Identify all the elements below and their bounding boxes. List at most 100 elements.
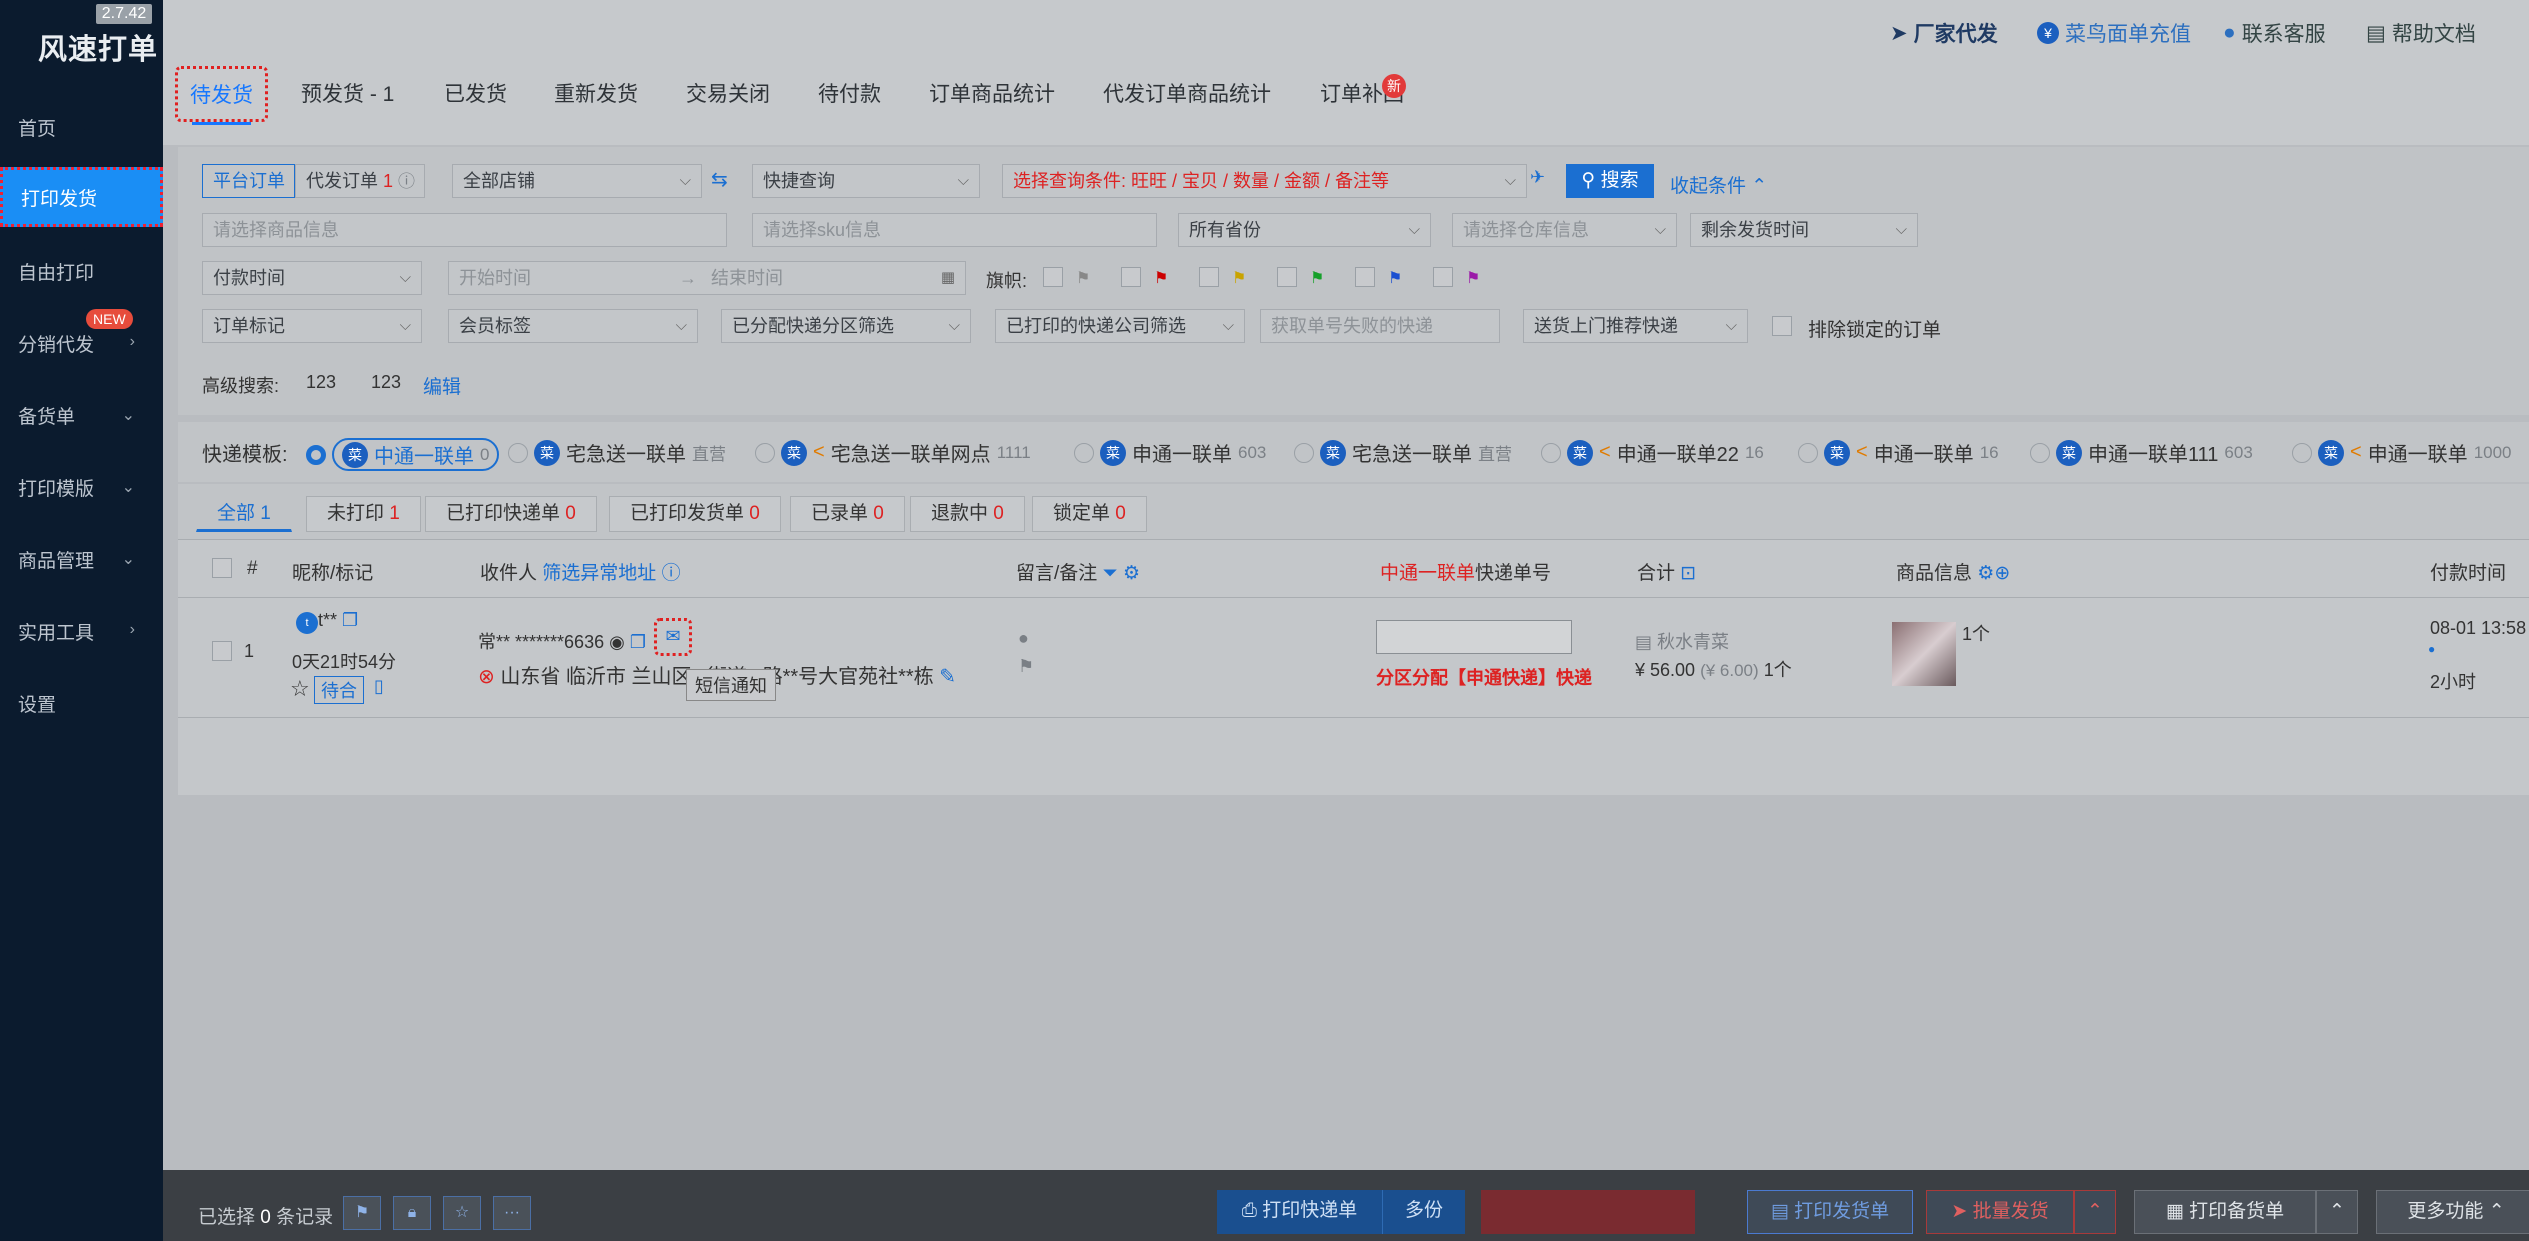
flag-checkbox-purple[interactable] bbox=[1433, 267, 1453, 287]
batch-ship-button[interactable]: ➤ 批量发货 bbox=[1926, 1190, 2074, 1234]
zone-select[interactable]: 已分配快递分区筛选 ⌵ bbox=[721, 309, 971, 343]
template-item[interactable]: 菜宅急送一联单 直营 bbox=[508, 438, 726, 467]
multi-copy-button[interactable]: 多份 bbox=[1382, 1190, 1465, 1234]
subtab-locked[interactable]: 锁定单 0 bbox=[1032, 496, 1147, 532]
sort-icon[interactable]: ⊡ bbox=[1680, 563, 1696, 584]
phone-icon[interactable]: ▯ bbox=[374, 676, 384, 697]
star-icon[interactable]: ☆ bbox=[290, 676, 310, 702]
tab-reship[interactable]: 重新发货 bbox=[554, 78, 638, 108]
template-item[interactable]: 菜宅急送一联单 直营 bbox=[1294, 438, 1512, 467]
province-select[interactable]: 所有省份 ⌵ bbox=[1178, 213, 1431, 247]
gear-icon[interactable]: ⚙ bbox=[1123, 563, 1140, 584]
template-item[interactable]: 菜 < 申通一联单22 16 bbox=[1541, 438, 1764, 467]
template-item[interactable]: 菜申通一联单111 603 bbox=[2030, 438, 2253, 467]
advanced-search-item[interactable]: 123 bbox=[306, 372, 336, 393]
flag-icon[interactable]: ⚑ bbox=[343, 1196, 381, 1230]
filter-address-link[interactable]: 筛选异常地址 bbox=[542, 563, 656, 584]
sms-notify-icon[interactable]: ✉ bbox=[654, 618, 692, 656]
sidebar-item-goods[interactable]: 商品管理 ⌄ bbox=[0, 529, 163, 589]
flag-checkbox-red[interactable] bbox=[1121, 267, 1141, 287]
filter-icon[interactable]: ⏷ bbox=[1103, 563, 1118, 584]
pin-icon[interactable]: ✈ bbox=[1530, 167, 1545, 188]
flag-checkbox-green[interactable] bbox=[1277, 267, 1297, 287]
message-icon[interactable]: ● bbox=[1018, 628, 1029, 649]
goods-input[interactable]: 请选择商品信息 bbox=[202, 213, 727, 247]
subtab-all[interactable]: 全部 1 bbox=[196, 496, 292, 532]
platform-order-toggle[interactable]: 平台订单 bbox=[202, 164, 295, 198]
lock-icon[interactable]: 🔒︎ bbox=[393, 1196, 431, 1230]
row-checkbox[interactable] bbox=[212, 641, 232, 661]
subtab-recorded[interactable]: 已录单 0 bbox=[790, 496, 905, 532]
more-functions-button[interactable]: 更多功能 ⌃ bbox=[2376, 1190, 2529, 1234]
table-row[interactable]: 1 t t** ❐ 0天21时54分 ☆ 待合 ▯ 常** *******6636… bbox=[178, 598, 2529, 718]
template-item[interactable]: 菜中通一联单 0 bbox=[306, 438, 500, 471]
cainiao-recharge-link[interactable]: ¥ 菜鸟面单充值 bbox=[2037, 18, 2191, 48]
chevron-up-icon[interactable]: ⌃ bbox=[2074, 1190, 2116, 1234]
shop-select[interactable]: 全部店铺 ⌵ bbox=[452, 164, 702, 198]
pay-time-select[interactable]: 付款时间 ⌵ bbox=[202, 261, 422, 295]
flag-checkbox-yellow[interactable] bbox=[1199, 267, 1219, 287]
sku-input[interactable]: 请选择sku信息 bbox=[752, 213, 1157, 247]
subtab-printed-courier[interactable]: 已打印快递单 0 bbox=[425, 496, 597, 532]
date-range-input[interactable]: 开始时间 → 结束时间 ▦ bbox=[448, 261, 966, 295]
merge-tag[interactable]: 待合 bbox=[314, 676, 364, 704]
remain-time-select[interactable]: 剩余发货时间 ⌵ bbox=[1690, 213, 1918, 247]
template-item[interactable]: 菜申通一联单 603 bbox=[1074, 438, 1266, 467]
printed-courier-select[interactable]: 已打印的快递公司筛选 ⌵ bbox=[995, 309, 1245, 343]
goods-thumbnail[interactable] bbox=[1892, 622, 1956, 686]
template-item[interactable]: 菜 < 申通一联单 1000 bbox=[2292, 438, 2512, 467]
fail-courier-input[interactable]: 获取单号失败的快递 bbox=[1260, 309, 1500, 343]
sidebar-item-tools[interactable]: 实用工具 › bbox=[0, 601, 163, 661]
warehouse-select[interactable]: 请选择仓库信息 ⌵ bbox=[1452, 213, 1677, 247]
print-ship-button[interactable]: ▤ 打印发货单 bbox=[1747, 1190, 1913, 1234]
contact-service-link[interactable]: ● 联系客服 bbox=[2223, 18, 2326, 48]
flag-checkbox-gray[interactable] bbox=[1043, 267, 1063, 287]
member-tag-select[interactable]: 会员标签 ⌵ bbox=[448, 309, 698, 343]
flag-checkbox-blue[interactable] bbox=[1355, 267, 1375, 287]
subtab-refunding[interactable]: 退款中 0 bbox=[910, 496, 1025, 532]
search-button[interactable]: ⚲ 搜索 bbox=[1566, 164, 1654, 198]
proxy-order-toggle[interactable]: 代发订单 1 ⓘ bbox=[295, 164, 425, 198]
more-icon[interactable]: ··· bbox=[493, 1196, 531, 1230]
tab-closed[interactable]: 交易关闭 bbox=[686, 78, 770, 108]
copy-icon[interactable]: ❐ bbox=[630, 632, 646, 652]
eye-icon[interactable]: ◉ bbox=[609, 632, 625, 652]
order-mark-select[interactable]: 订单标记 ⌵ bbox=[202, 309, 422, 343]
collapse-link[interactable]: 收起条件 ⌃ bbox=[1670, 171, 1767, 198]
tab-order-goods-stats[interactable]: 订单商品统计 bbox=[929, 78, 1055, 108]
star-icon[interactable]: ☆ bbox=[443, 1196, 481, 1230]
door-courier-select[interactable]: 送货上门推荐快递 ⌵ bbox=[1523, 309, 1748, 343]
advanced-search-item[interactable]: 123 bbox=[371, 372, 401, 393]
template-item[interactable]: 菜 < 宅急送一联单网点 1111 bbox=[755, 438, 1031, 467]
exclude-locked-checkbox[interactable] bbox=[1772, 316, 1792, 336]
copy-icon[interactable]: ❐ bbox=[342, 610, 358, 630]
select-all-checkbox[interactable] bbox=[212, 558, 232, 578]
edit-link[interactable]: 编辑 bbox=[423, 372, 461, 399]
tab-proxy-goods-stats[interactable]: 代发订单商品统计 bbox=[1103, 78, 1271, 108]
tab-pending-pay[interactable]: 待付款 bbox=[818, 78, 881, 108]
sidebar-item-stock[interactable]: 备货单 ⌄ bbox=[0, 385, 163, 445]
add-icon[interactable]: ⊕ bbox=[1994, 563, 2010, 584]
flag-icon[interactable]: ⚑ bbox=[1018, 656, 1034, 677]
swap-icon[interactable]: ⇆ bbox=[711, 167, 728, 192]
tab-shipped[interactable]: 已发货 bbox=[444, 78, 507, 108]
sidebar-item-distribution[interactable]: 分销代发 NEW › bbox=[0, 309, 163, 373]
template-item[interactable]: 菜 < 申通一联单 16 bbox=[1798, 438, 1999, 467]
print-courier-button[interactable]: ⎙ 打印快递单 bbox=[1217, 1190, 1382, 1234]
tab-pending-ship[interactable]: 待发货 bbox=[175, 66, 268, 125]
condition-select[interactable]: 选择查询条件: 旺旺 / 宝贝 / 数量 / 金额 / 备注等 ⌵ bbox=[1002, 164, 1527, 198]
edit-icon[interactable]: ✎ bbox=[939, 666, 956, 688]
factory-proxy-link[interactable]: ➤ 厂家代发 bbox=[1890, 18, 1998, 48]
courier-number-input[interactable] bbox=[1376, 620, 1572, 654]
sidebar-item-print-ship[interactable]: 打印发货 bbox=[0, 167, 163, 227]
sidebar-item-settings[interactable]: 设置 bbox=[0, 673, 163, 733]
tab-pre-ship[interactable]: 预发货 - 1 bbox=[301, 78, 394, 108]
gear-icon[interactable]: ⚙ bbox=[1977, 563, 1994, 584]
sidebar-item-home[interactable]: 首页 bbox=[0, 97, 163, 157]
help-docs-link[interactable]: ▤ 帮助文档 bbox=[2366, 18, 2476, 48]
sidebar-item-print-template[interactable]: 打印模版 ⌄ bbox=[0, 457, 163, 517]
print-stock-button[interactable]: ▦ 打印备货单 bbox=[2134, 1190, 2316, 1234]
subtab-printed-ship[interactable]: 已打印发货单 0 bbox=[609, 496, 781, 532]
sidebar-item-free-print[interactable]: 自由打印 bbox=[0, 241, 163, 301]
subtab-unprinted[interactable]: 未打印 1 bbox=[306, 496, 421, 532]
